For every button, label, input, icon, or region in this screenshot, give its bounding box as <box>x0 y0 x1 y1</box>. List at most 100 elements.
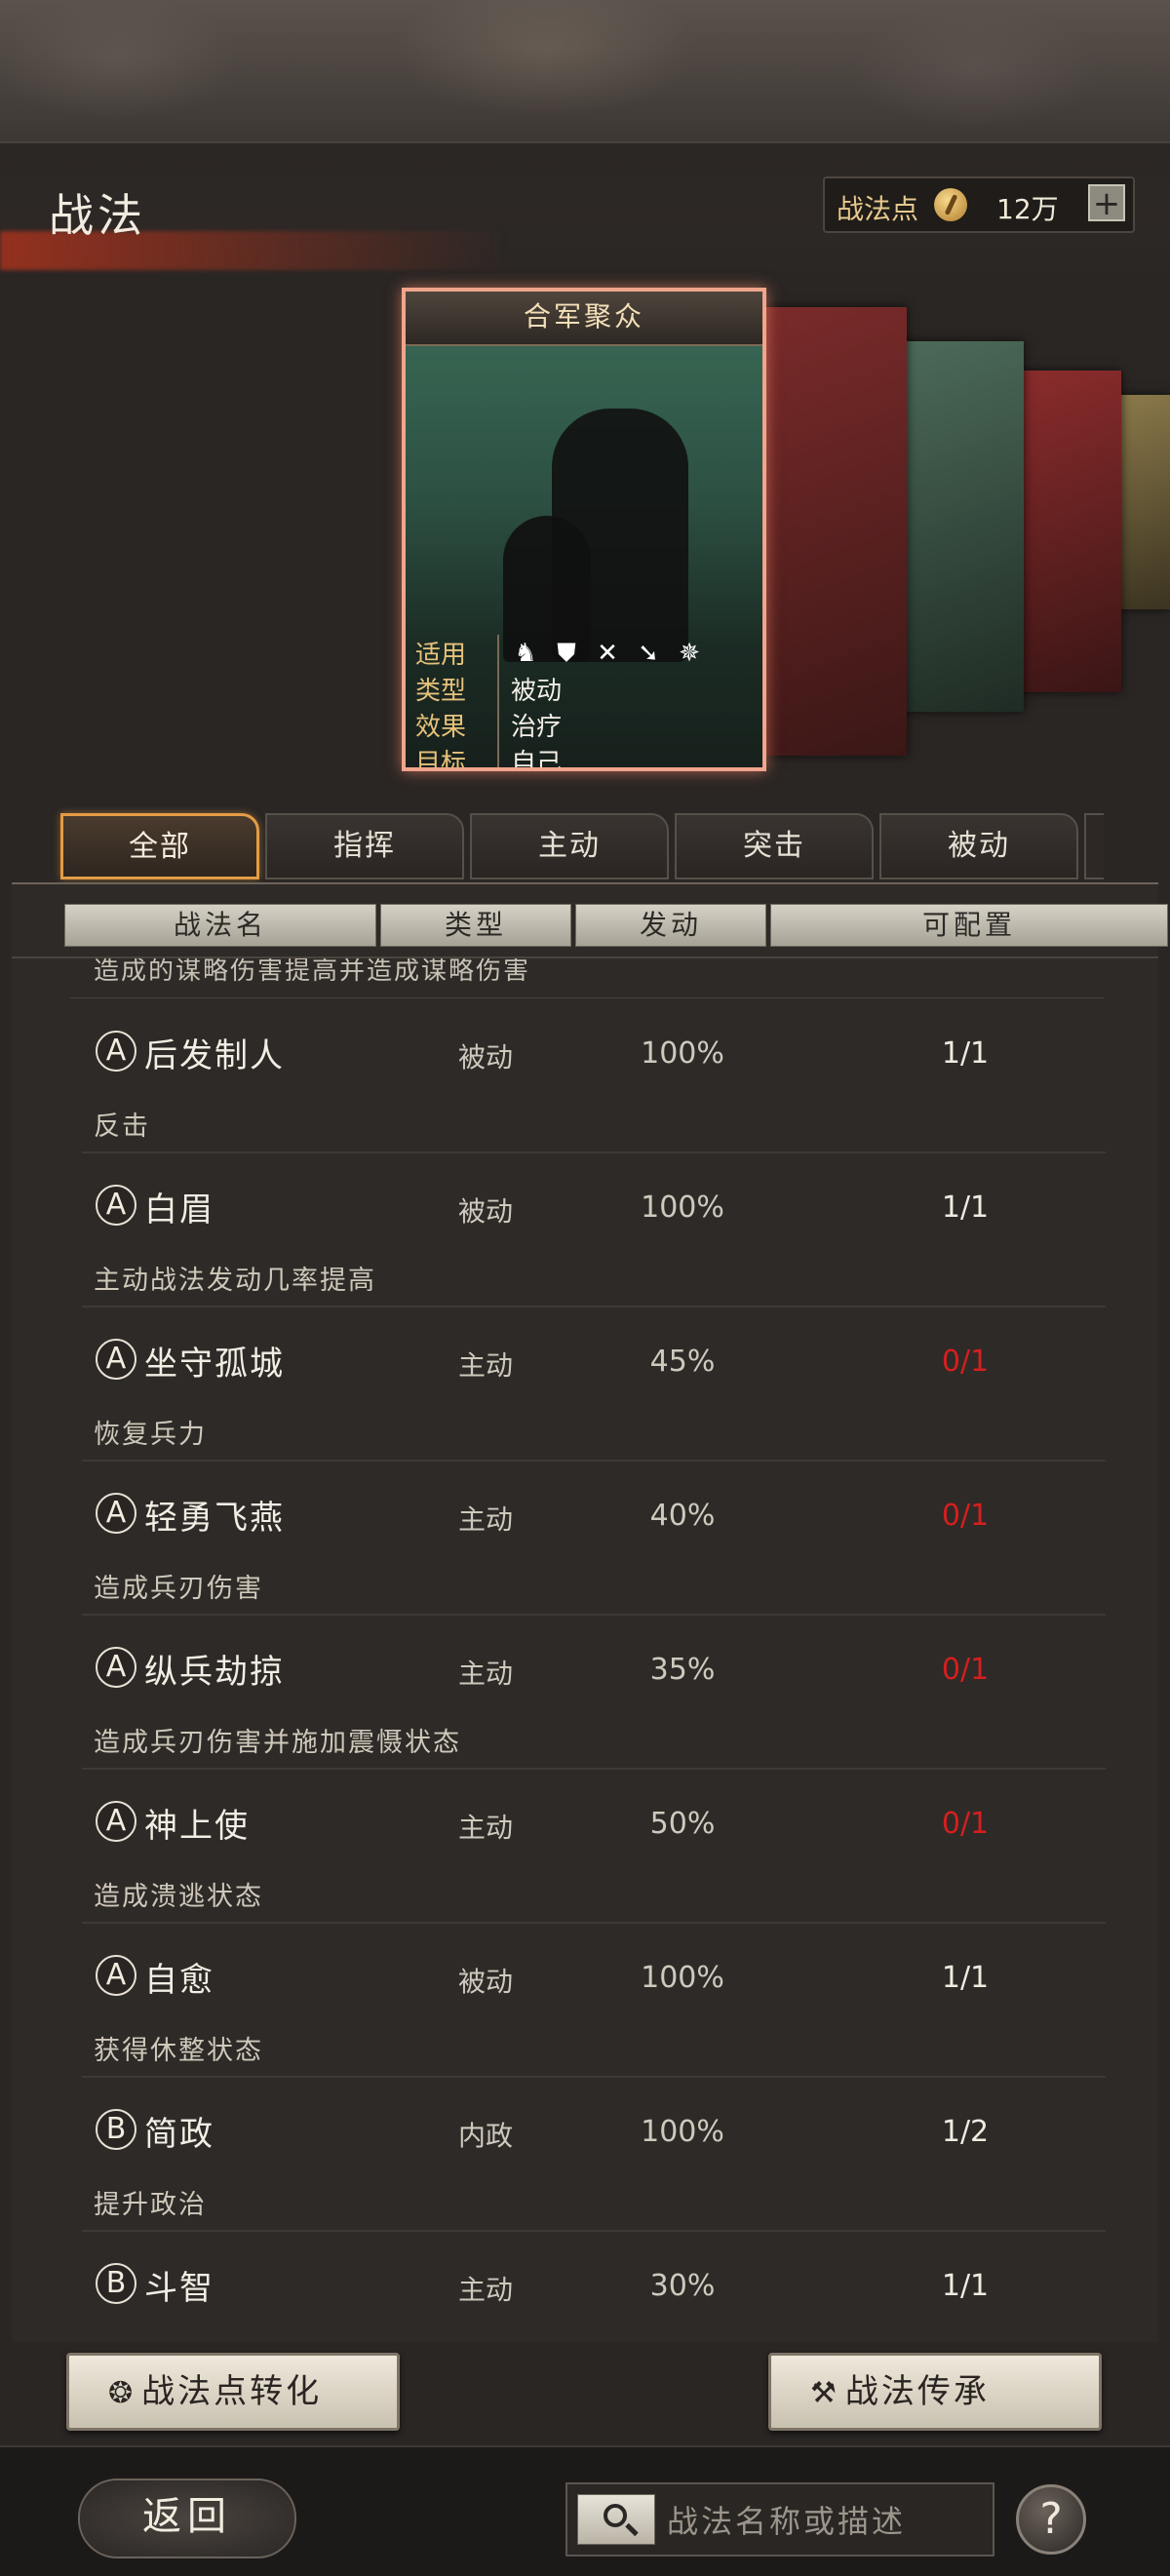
skill-card-preview[interactable] <box>760 307 907 756</box>
skill-card-preview[interactable] <box>897 341 1024 712</box>
row-divider <box>82 1151 1106 1153</box>
skill-type: 主动 <box>457 1658 513 1690</box>
info-row-target: 目标 自己 <box>415 743 747 771</box>
skill-row[interactable]: A 轻勇飞燕 主动 40% 0/1 造成兵刃伤害 <box>12 1464 1158 1618</box>
skill-type: 被动 <box>457 1966 513 1998</box>
skill-type: 被动 <box>457 1195 513 1228</box>
tab-active[interactable]: 主动 <box>470 813 669 879</box>
skill-row[interactable]: B 简政 内政 100% 1/2 提升政治 <box>12 2080 1158 2234</box>
search-button[interactable] <box>577 2494 655 2545</box>
skill-description: 造成兵刃伤害并施加震慑状态 <box>94 1728 461 1758</box>
skill-available-count: 1/1 <box>941 1190 990 1225</box>
info-key: 效果 <box>415 707 499 743</box>
skill-name: 自愈 <box>144 1961 214 2000</box>
row-divider <box>82 1306 1106 1308</box>
row-divider <box>82 1768 1106 1770</box>
skill-row[interactable]: A 自愈 被动 100% 1/1 获得休整状态 <box>12 1926 1158 2080</box>
tab-more[interactable] <box>1084 813 1104 879</box>
skill-description: 主动战法发动几率提高 <box>94 1266 376 1296</box>
add-points-button[interactable]: + <box>1088 184 1125 221</box>
info-value: 自己 <box>511 749 563 771</box>
grade-icon: A <box>96 1031 136 1072</box>
skill-rate: 45% <box>649 1345 716 1379</box>
tab-assault[interactable]: 突击 <box>675 813 874 879</box>
grade-icon: B <box>96 2263 136 2304</box>
inherit-skill-label: 战法传承 <box>844 2372 990 2411</box>
skill-name: 简政 <box>144 2115 214 2154</box>
category-tabs: 全部 指挥 主动 突击 被动 <box>60 813 1133 881</box>
skill-card-carousel[interactable]: 合军聚众 适用 ♞ ⛊ ✕ ➘ ✵ 类型 被动 效果 治疗 目标 自己 <box>0 268 1170 795</box>
tab-all[interactable]: 全部 <box>60 813 259 879</box>
skill-name: 白眉 <box>144 1190 214 1229</box>
title-bar: 战法 战法点 12万 + <box>0 141 1170 270</box>
skill-row[interactable]: A 神上使 主动 50% 0/1 造成溃逃状态 <box>12 1772 1158 1926</box>
skill-type: 主动 <box>457 2274 513 2306</box>
info-row-type: 类型 被动 <box>415 671 747 707</box>
skill-rate: 100% <box>641 2115 724 2149</box>
skill-name: 后发制人 <box>144 1036 285 1075</box>
skill-rate: 40% <box>649 1499 716 1533</box>
sort-by-rate-button[interactable]: 发动 <box>575 904 766 947</box>
wheel-icon: ✵ <box>679 638 700 668</box>
tab-passive[interactable]: 被动 <box>879 813 1078 879</box>
skill-type: 被动 <box>457 1041 513 1073</box>
cloud-decoration-banner <box>0 0 1170 141</box>
skill-rate: 100% <box>641 1190 724 1225</box>
row-divider <box>82 2230 1106 2232</box>
skill-description: 恢复兵力 <box>94 1420 207 1450</box>
skill-name: 纵兵劫掠 <box>144 1653 285 1692</box>
search-input[interactable] <box>665 2498 991 2545</box>
skill-description: 造成溃逃状态 <box>94 1882 263 1912</box>
skill-type: 内政 <box>457 2120 513 2152</box>
info-row-effect: 效果 治疗 <box>415 707 747 743</box>
skill-row[interactable]: A 后发制人 被动 100% 1/1 反击 <box>12 1001 1158 1155</box>
skill-row[interactable]: A 白眉 被动 100% 1/1 主动战法发动几率提高 <box>12 1155 1158 1309</box>
skill-available-count: 0/1 <box>941 1345 990 1379</box>
grade-icon: B <box>96 2109 136 2150</box>
card-info: 适用 ♞ ⛊ ✕ ➘ ✵ 类型 被动 效果 治疗 目标 自己 <box>415 635 747 771</box>
row-divider <box>82 2076 1106 2078</box>
skill-available-count: 0/1 <box>941 1807 990 1841</box>
grade-icon: A <box>96 1801 136 1842</box>
back-button[interactable]: 返回 <box>78 2478 296 2558</box>
sort-by-available-button[interactable]: 可配置 <box>770 904 1168 947</box>
skill-points-box: 战法点 12万 + <box>823 176 1135 233</box>
search-icon <box>604 2504 627 2527</box>
hammer-icon: ⚒ <box>810 2376 839 2410</box>
skill-row[interactable]: A 纵兵劫掠 主动 35% 0/1 造成兵刃伤害并施加震慑状态 <box>12 1618 1158 1772</box>
list-item-description: 造成的谋略伤害提高并造成谋略伤害 <box>94 956 531 986</box>
skill-rate: 35% <box>649 1653 716 1687</box>
info-key: 类型 <box>415 671 499 707</box>
skill-points-value: 12万 <box>996 193 1059 225</box>
sort-by-name-button[interactable]: 战法名 <box>64 904 376 947</box>
inherit-skill-button[interactable]: ⚒ 战法传承 <box>768 2353 1102 2431</box>
cavalry-icon: ♞ <box>514 638 537 668</box>
skill-available-count: 1/1 <box>941 1961 990 1995</box>
skill-name: 轻勇飞燕 <box>144 1499 285 1538</box>
flame-icon: ❂ <box>108 2376 136 2410</box>
row-divider <box>82 1460 1106 1462</box>
info-value: 治疗 <box>511 713 563 742</box>
skill-available-count: 0/1 <box>941 1499 990 1533</box>
help-button[interactable]: ? <box>1016 2484 1086 2555</box>
skill-card-preview[interactable] <box>1014 371 1121 692</box>
skill-available-count: 1/2 <box>941 2115 990 2149</box>
skill-list[interactable]: 造成的谋略伤害提高并造成谋略伤害 A 后发制人 被动 100% 1/1 反击 A 白眉 被动 10… <box>12 956 1158 2333</box>
skill-row[interactable]: A 坐守孤城 主动 45% 0/1 恢复兵力 <box>12 1309 1158 1464</box>
selected-skill-card[interactable]: 合军聚众 适用 ♞ ⛊ ✕ ➘ ✵ 类型 被动 效果 治疗 目标 自己 <box>402 288 766 771</box>
info-key: 适用 <box>415 635 499 671</box>
convert-points-button[interactable]: ❂ 战法点转化 <box>66 2353 400 2431</box>
skill-point-coin-icon <box>934 188 967 221</box>
info-value: 被动 <box>511 677 563 706</box>
sort-by-type-button[interactable]: 类型 <box>380 904 571 947</box>
grade-icon: A <box>96 1647 136 1688</box>
row-divider <box>70 997 1104 998</box>
skill-row[interactable]: B 斗智 主动 30% 1/1 <box>12 2234 1158 2333</box>
tab-command[interactable]: 指挥 <box>265 813 464 879</box>
info-key: 目标 <box>415 743 499 767</box>
skill-description: 反击 <box>94 1112 150 1142</box>
shield-icon: ⛊ <box>557 638 576 668</box>
grade-icon: A <box>96 1493 136 1534</box>
skill-description: 提升政治 <box>94 2190 207 2220</box>
skill-available-count: 1/1 <box>941 2269 990 2303</box>
